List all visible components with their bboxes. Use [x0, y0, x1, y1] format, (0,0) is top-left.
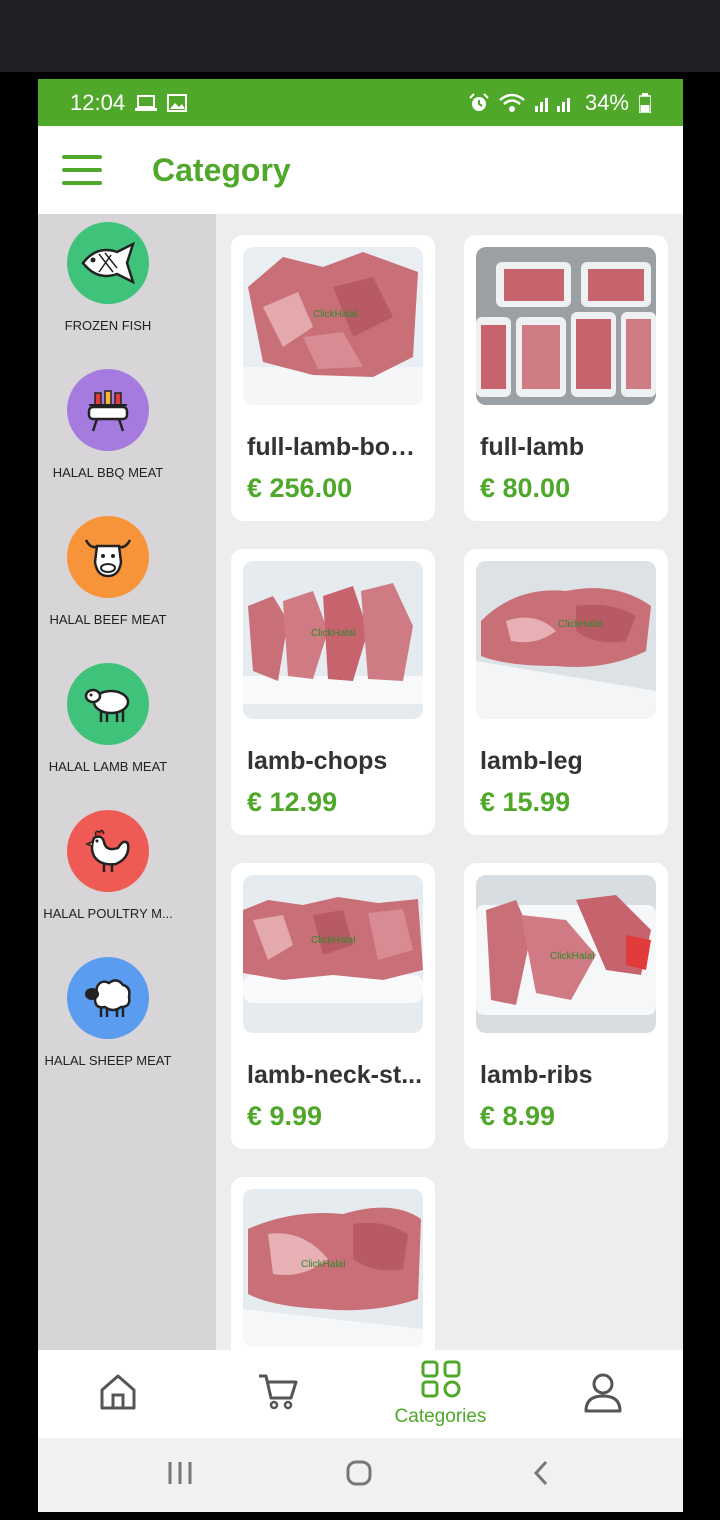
product-image: ClickHalal [476, 875, 656, 1033]
back-chevron-icon [533, 1460, 548, 1486]
product-name: lamb-chops [247, 747, 388, 775]
product-image: ClickHalal [243, 1189, 423, 1347]
fish-icon [67, 222, 149, 304]
product-image [476, 247, 656, 405]
svg-text:ClickHalal: ClickHalal [311, 935, 355, 946]
phone-screen: 12:04 34% Category FROZEN FISH HALAL BBQ… [38, 79, 683, 1512]
status-time: 12:04 [70, 89, 126, 115]
nav-categories[interactable]: Categories [378, 1350, 503, 1438]
app-bar: Category [38, 126, 683, 214]
product-card[interactable]: ClickHalal lamb-ribs € 8.99 [464, 863, 668, 1149]
signal-icon [534, 94, 575, 112]
status-bar: 12:04 34% [38, 79, 683, 126]
home-icon [98, 1372, 138, 1417]
category-label: HALAL BEEF MEAT [49, 612, 167, 627]
product-card[interactable]: ClickHalal [231, 1177, 435, 1350]
product-name: lamb-leg [480, 747, 583, 775]
product-price: € 256.00 [247, 473, 353, 503]
product-card[interactable]: ClickHalal lamb-chops € 12.99 [231, 549, 435, 835]
home-circle-icon [346, 1460, 372, 1486]
product-price: € 12.99 [247, 787, 338, 817]
product-grid: ClickHalal full-lamb-bon... € 256.00 ful… [216, 214, 683, 1350]
category-item-halal-poultry[interactable]: HALAL POULTRY M... [38, 802, 216, 942]
wifi-icon [499, 93, 525, 113]
lamb-icon [67, 663, 149, 745]
page-title: Category [152, 151, 291, 188]
product-name: full-lamb [480, 433, 585, 461]
product-image: ClickHalal [243, 247, 423, 405]
sheep-icon [67, 957, 149, 1039]
product-card[interactable]: ClickHalal lamb-neck-st... € 9.99 [231, 863, 435, 1149]
category-label: HALAL SHEEP MEAT [44, 1053, 172, 1068]
category-item-halal-lamb-meat[interactable]: HALAL LAMB MEAT [38, 655, 216, 795]
svg-text:ClickHalal: ClickHalal [311, 628, 355, 639]
category-label: HALAL LAMB MEAT [48, 759, 168, 774]
categories-grid-icon [421, 1360, 461, 1403]
nav-cart[interactable] [238, 1350, 318, 1438]
cow-icon [67, 516, 149, 598]
product-image: ClickHalal [243, 875, 423, 1033]
product-name: lamb-neck-st... [247, 1061, 423, 1089]
category-label: HALAL BBQ MEAT [52, 465, 164, 480]
battery-icon [639, 92, 651, 113]
product-price: € 9.99 [247, 1101, 323, 1131]
recent-apps-icon [168, 1462, 192, 1484]
nav-profile[interactable] [563, 1350, 643, 1438]
nav-home[interactable] [78, 1350, 158, 1438]
nav-categories-label: Categories [394, 1406, 487, 1427]
category-item-halal-sheep-meat[interactable]: HALAL SHEEP MEAT [38, 949, 216, 1089]
category-item-halal-bbq-meat[interactable]: HALAL BBQ MEAT [38, 361, 216, 501]
category-label: HALAL POULTRY M... [43, 906, 173, 921]
category-item-halal-beef-meat[interactable]: HALAL BEEF MEAT [38, 508, 216, 648]
profile-icon [583, 1371, 623, 1418]
back-system-button[interactable] [528, 1458, 556, 1493]
top-dark-band [0, 0, 720, 72]
product-card[interactable]: full-lamb € 80.00 [464, 235, 668, 521]
svg-text:ClickHalal: ClickHalal [301, 1259, 345, 1270]
svg-text:ClickHalal: ClickHalal [550, 951, 594, 962]
gallery-icon [167, 93, 188, 112]
svg-text:ClickHalal: ClickHalal [313, 309, 357, 320]
category-item-frozen-fish[interactable]: FROZEN FISH [38, 214, 216, 354]
svg-text:ClickHalal: ClickHalal [558, 619, 602, 630]
bottom-nav: Categories [38, 1350, 683, 1438]
menu-icon[interactable] [62, 155, 102, 185]
alarm-icon [469, 92, 489, 113]
product-price: € 15.99 [480, 787, 571, 817]
home-system-button[interactable] [345, 1458, 373, 1493]
product-image: ClickHalal [243, 561, 423, 719]
product-card[interactable]: ClickHalal full-lamb-bon... € 256.00 [231, 235, 435, 521]
chicken-icon [67, 810, 149, 892]
system-nav-bar [38, 1438, 683, 1512]
product-price: € 8.99 [480, 1101, 556, 1131]
product-card[interactable]: ClickHalal lamb-leg € 15.99 [464, 549, 668, 835]
cart-icon [257, 1372, 299, 1417]
product-name: lamb-ribs [480, 1061, 593, 1089]
recent-apps-button[interactable] [166, 1458, 194, 1493]
laptop-icon [135, 94, 158, 112]
bbq-grill-icon [67, 369, 149, 451]
battery-percent: 34% [584, 89, 629, 115]
category-sidebar: FROZEN FISH HALAL BBQ MEAT HALAL BEEF ME… [38, 214, 216, 1350]
product-name: full-lamb-bon... [247, 433, 423, 461]
category-label: FROZEN FISH [64, 318, 152, 333]
product-image: ClickHalal [476, 561, 656, 719]
product-price: € 80.00 [480, 473, 571, 503]
